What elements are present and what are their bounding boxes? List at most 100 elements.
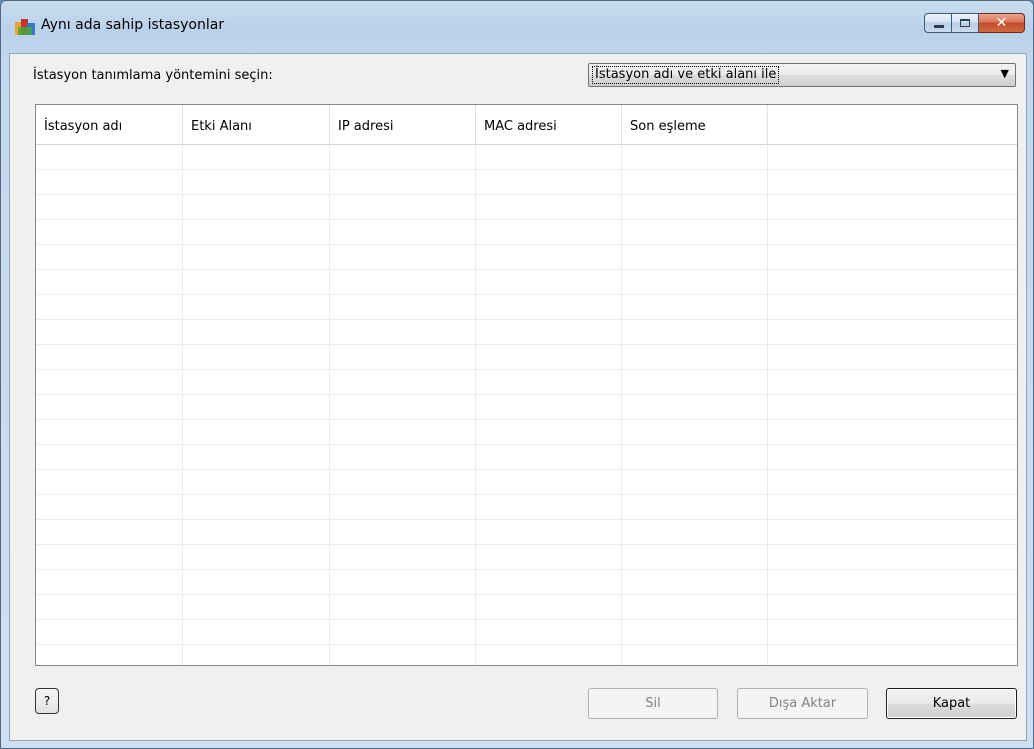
table-cell [330, 495, 476, 519]
column-header-domain[interactable]: Etki Alanı [183, 105, 330, 145]
table-cell [183, 145, 330, 169]
table-cell [330, 395, 476, 419]
table-cell [330, 620, 476, 644]
maximize-icon [960, 19, 970, 27]
table-row [36, 620, 1017, 645]
table-row [36, 395, 1017, 420]
table-cell [768, 420, 1017, 444]
table-cell [330, 470, 476, 494]
table-cell [768, 570, 1017, 594]
table-cell [622, 270, 768, 294]
table-cell [476, 620, 622, 644]
table-cell [330, 595, 476, 619]
table-cell [768, 545, 1017, 569]
maximize-button[interactable] [952, 13, 979, 33]
table-row [36, 320, 1017, 345]
table-cell [183, 470, 330, 494]
delete-button[interactable]: Sil [588, 688, 718, 719]
table-row [36, 220, 1017, 245]
table-cell [330, 145, 476, 169]
table-cell [183, 195, 330, 219]
stations-table[interactable]: İstasyon adı Etki Alanı IP adresi MAC ad… [35, 104, 1018, 666]
table-cell [330, 570, 476, 594]
table-cell [476, 520, 622, 544]
table-cell [183, 245, 330, 269]
table-cell [476, 220, 622, 244]
column-header-mac-address[interactable]: MAC adresi [476, 105, 622, 145]
table-cell [36, 245, 183, 269]
table-cell [36, 170, 183, 194]
table-cell [36, 320, 183, 344]
table-cell [768, 470, 1017, 494]
table-cell [768, 345, 1017, 369]
table-cell [476, 495, 622, 519]
table-cell [622, 495, 768, 519]
table-cell [622, 520, 768, 544]
column-header-ip-address[interactable]: IP adresi [330, 105, 476, 145]
table-cell [768, 645, 1017, 665]
table-cell [183, 570, 330, 594]
table-cell [768, 195, 1017, 219]
table-cell [476, 295, 622, 319]
table-cell [622, 395, 768, 419]
table-row [36, 170, 1017, 195]
table-row [36, 470, 1017, 495]
table-cell [622, 470, 768, 494]
identification-method-select[interactable]: İstasyon adı ve etki alanı ile ▼ [588, 63, 1016, 87]
table-cell [622, 345, 768, 369]
table-cell [476, 595, 622, 619]
table-cell [476, 420, 622, 444]
table-cell [476, 145, 622, 169]
table-cell [622, 620, 768, 644]
table-row [36, 420, 1017, 445]
table-cell [36, 570, 183, 594]
column-header-station-name[interactable]: İstasyon adı [36, 105, 183, 145]
column-header-last-match[interactable]: Son eşleme [622, 105, 768, 145]
table-row [36, 295, 1017, 320]
export-button[interactable]: Dışa Aktar [737, 688, 868, 719]
table-cell [622, 295, 768, 319]
dialog-content: İstasyon tanımlama yöntemini seçin: İsta… [9, 53, 1027, 741]
table-cell [183, 345, 330, 369]
table-cell [622, 220, 768, 244]
table-cell [330, 370, 476, 394]
table-cell [476, 570, 622, 594]
table-cell [476, 320, 622, 344]
window-title: Aynı ada sahip istasyonlar [41, 17, 225, 33]
table-cell [183, 595, 330, 619]
table-cell [183, 295, 330, 319]
table-cell [36, 295, 183, 319]
table-cell [36, 195, 183, 219]
table-row [36, 145, 1017, 170]
table-cell [183, 320, 330, 344]
table-cell [768, 445, 1017, 469]
caption-buttons: ✕ [924, 13, 1025, 35]
table-cell [36, 495, 183, 519]
column-header-empty [768, 105, 1017, 145]
table-cell [768, 145, 1017, 169]
close-button[interactable]: Kapat [886, 688, 1017, 719]
help-button[interactable]: ? [35, 688, 59, 714]
table-cell [183, 395, 330, 419]
table-cell [622, 145, 768, 169]
table-cell [622, 445, 768, 469]
table-cell [476, 470, 622, 494]
close-window-button[interactable]: ✕ [979, 13, 1025, 33]
title-bar[interactable]: Aynı ada sahip istasyonlar ✕ [1, 1, 1033, 53]
table-cell [622, 595, 768, 619]
minimize-button[interactable] [924, 13, 952, 33]
table-cell [36, 470, 183, 494]
table-cell [183, 220, 330, 244]
table-cell [330, 520, 476, 544]
table-cell [183, 420, 330, 444]
table-row [36, 520, 1017, 545]
table-cell [622, 170, 768, 194]
table-cell [330, 270, 476, 294]
chevron-down-icon[interactable]: ▼ [1001, 67, 1009, 80]
table-cell [622, 645, 768, 665]
table-row [36, 445, 1017, 470]
table-cell [36, 545, 183, 569]
table-cell [330, 295, 476, 319]
table-cell [622, 195, 768, 219]
table-cell [330, 445, 476, 469]
